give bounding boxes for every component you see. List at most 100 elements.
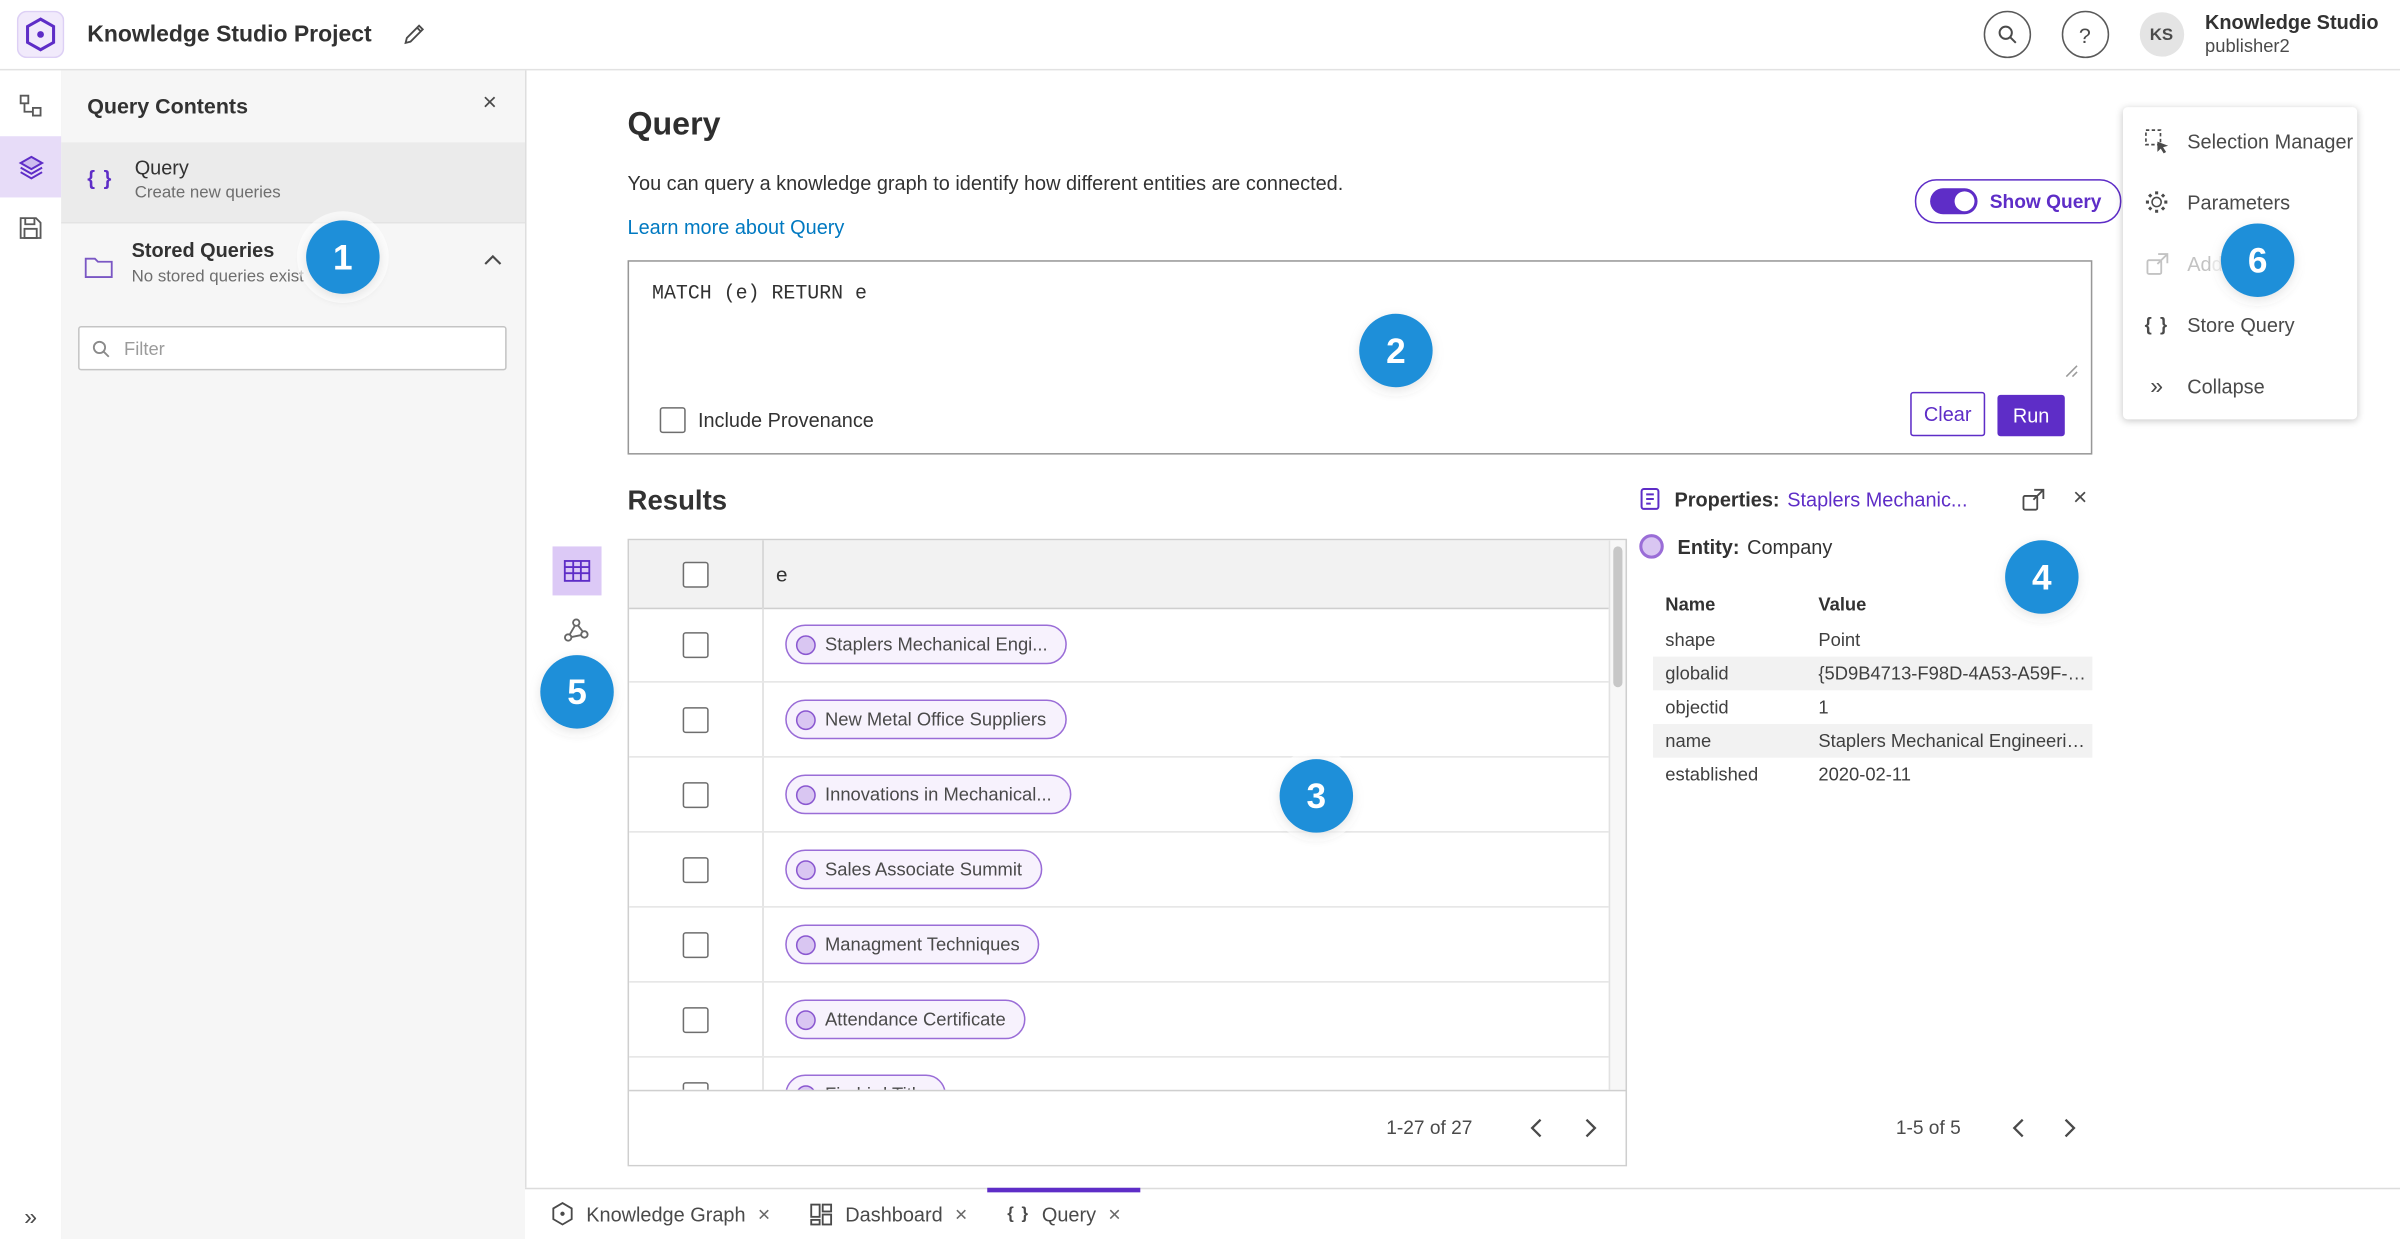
collapse-icon: » bbox=[2150, 372, 2164, 399]
menu-item-label: Collapse bbox=[2187, 374, 2265, 398]
stored-queries-section[interactable]: Stored Queries No stored queries exist bbox=[61, 221, 525, 312]
resize-handle[interactable] bbox=[2063, 363, 2078, 378]
page-title: Knowledge Studio Project bbox=[87, 21, 372, 48]
row-checkbox[interactable] bbox=[682, 781, 709, 808]
include-provenance-checkbox[interactable] bbox=[659, 407, 686, 434]
property-name: objectid bbox=[1665, 696, 1729, 718]
app-root: Knowledge Studio Project ? KS Knowledge … bbox=[0, 0, 2400, 1239]
table-row: New Metal Office Suppliers bbox=[629, 682, 1611, 758]
add-to-selection-icon[interactable] bbox=[2020, 486, 2046, 512]
entity-chip[interactable]: Managment Techniques bbox=[785, 924, 1040, 965]
column-header-name: Name bbox=[1665, 593, 1716, 616]
avatar[interactable]: KS bbox=[2139, 12, 2184, 57]
tab-close-button[interactable]: × bbox=[955, 1202, 968, 1226]
menu-item-selection-manager[interactable]: Selection Manager bbox=[2123, 110, 2357, 171]
table-view-button[interactable] bbox=[552, 546, 602, 596]
menu-item-parameters[interactable]: Parameters bbox=[2123, 171, 2357, 232]
annotation-badge: 5 bbox=[540, 655, 614, 729]
entity-chip[interactable]: Innovations in Mechanical... bbox=[785, 774, 1072, 815]
results-table: e Staplers Mechanical Engi... New Metal … bbox=[627, 538, 1628, 1167]
expand-rail-button[interactable]: » bbox=[0, 1204, 61, 1230]
menu-item-label: Selection Manager bbox=[2187, 129, 2354, 153]
next-page-button[interactable] bbox=[2046, 1105, 2092, 1151]
row-checkbox[interactable] bbox=[682, 631, 709, 658]
toggle-knob bbox=[1954, 191, 1975, 212]
run-button-label: Run bbox=[2012, 404, 2050, 428]
chevron-up-icon[interactable] bbox=[484, 254, 502, 266]
help-button[interactable]: ? bbox=[2061, 10, 2109, 59]
prev-page-button[interactable] bbox=[1994, 1105, 2040, 1151]
entity-dot-icon bbox=[795, 859, 816, 880]
tab-dashboard[interactable]: Dashboard × bbox=[790, 1189, 987, 1239]
toggle-switch[interactable] bbox=[1930, 188, 1978, 215]
annotation-badge: 6 bbox=[2220, 223, 2295, 297]
annotation-badge: 2 bbox=[1359, 313, 1433, 388]
row-checkbox[interactable] bbox=[682, 856, 709, 883]
learn-more-link[interactable]: Learn more about Query bbox=[628, 216, 845, 239]
tab-knowledge-graph[interactable]: Knowledge Graph × bbox=[531, 1189, 790, 1239]
next-page-button[interactable] bbox=[1567, 1105, 1613, 1151]
close-icon: × bbox=[482, 90, 497, 117]
table-row: Managment Techniques bbox=[629, 907, 1611, 983]
help-icon: ? bbox=[2078, 22, 2091, 47]
save-icon bbox=[19, 217, 42, 239]
menu-item-collapse[interactable]: » Collapse bbox=[2123, 355, 2357, 416]
property-name: shape bbox=[1665, 629, 1716, 651]
entity-chip-label: New Metal Office Suppliers bbox=[825, 708, 1047, 731]
properties-label: Properties: bbox=[1674, 487, 1780, 511]
search-button[interactable] bbox=[1983, 10, 2031, 59]
rail-layers-button[interactable] bbox=[0, 136, 62, 198]
entity-chip[interactable]: Staplers Mechanical Engi... bbox=[785, 624, 1068, 665]
rail-hierarchy-button[interactable] bbox=[0, 75, 61, 136]
panel-close-button[interactable]: × bbox=[474, 89, 505, 120]
properties-entity-link[interactable]: Staplers Mechanic... bbox=[1787, 488, 2011, 511]
selection-manager-icon bbox=[2143, 128, 2171, 154]
table-scrollbar[interactable] bbox=[1608, 540, 1626, 1092]
entity-chip-label: Staplers Mechanical Engi... bbox=[825, 633, 1048, 656]
prev-page-button[interactable] bbox=[1512, 1105, 1558, 1151]
entity-dot-icon bbox=[795, 1009, 816, 1030]
user-meta: Knowledge Studio publisher2 bbox=[2205, 11, 2379, 59]
scrollbar-thumb[interactable] bbox=[1613, 546, 1623, 688]
entity-chip[interactable]: Attendance Certificate bbox=[785, 999, 1026, 1040]
expand-icon: » bbox=[24, 1203, 37, 1230]
close-icon: × bbox=[1108, 1201, 1121, 1227]
edit-title-icon[interactable] bbox=[403, 23, 426, 46]
layers-icon bbox=[17, 154, 44, 179]
query-item-sublabel: Create new queries bbox=[134, 183, 281, 203]
query-text-input[interactable]: MATCH (e) RETURN e bbox=[652, 282, 867, 305]
knowledge-graph-icon bbox=[552, 1201, 573, 1226]
annotation-badge: 4 bbox=[2005, 540, 2079, 614]
entity-dot-icon bbox=[795, 634, 816, 655]
rail-save-button[interactable] bbox=[0, 197, 61, 258]
show-query-toggle[interactable]: Show Query bbox=[1914, 179, 2122, 224]
run-button[interactable]: Run bbox=[1997, 394, 2065, 437]
tab-close-button[interactable]: × bbox=[1108, 1202, 1121, 1226]
row-checkbox[interactable] bbox=[682, 1006, 709, 1033]
entity-chip[interactable]: Sales Associate Summit bbox=[785, 849, 1042, 890]
gear-icon bbox=[2143, 190, 2171, 214]
clear-button[interactable]: Clear bbox=[1910, 391, 1986, 437]
menu-item-store-query[interactable]: { } Store Query bbox=[2123, 294, 2357, 355]
filter-field[interactable] bbox=[78, 326, 507, 371]
sidebar-item-query[interactable]: { } Query Create new queries bbox=[61, 142, 525, 222]
tab-close-button[interactable]: × bbox=[758, 1202, 771, 1226]
row-checkbox[interactable] bbox=[682, 931, 709, 958]
braces-icon: { } bbox=[2144, 313, 2169, 336]
row-checkbox[interactable] bbox=[682, 706, 709, 733]
properties-close-button[interactable]: × bbox=[2068, 485, 2092, 513]
property-row: globalid {5D9B4713-F98D-4A53-A59F-C11... bbox=[1653, 656, 2093, 691]
braces-icon: { } bbox=[1007, 1204, 1030, 1223]
property-value: {5D9B4713-F98D-4A53-A59F-C11... bbox=[1818, 662, 2093, 685]
tab-query[interactable]: { } Query × bbox=[987, 1186, 1142, 1239]
entity-chip[interactable]: New Metal Office Suppliers bbox=[785, 699, 1067, 740]
properties-rows: shape Point globalid {5D9B4713-F98D-4A53… bbox=[1653, 623, 2093, 791]
braces-icon: { } bbox=[87, 166, 113, 190]
graph-view-button[interactable] bbox=[563, 617, 591, 645]
stored-queries-label: Stored Queries bbox=[131, 238, 275, 262]
app-logo-icon[interactable] bbox=[16, 10, 65, 59]
properties-table: Name Value shape Point globalid {5D9B471… bbox=[1653, 586, 2093, 791]
filter-input[interactable] bbox=[120, 335, 493, 361]
property-name: globalid bbox=[1665, 662, 1729, 685]
select-all-checkbox[interactable] bbox=[682, 560, 709, 587]
